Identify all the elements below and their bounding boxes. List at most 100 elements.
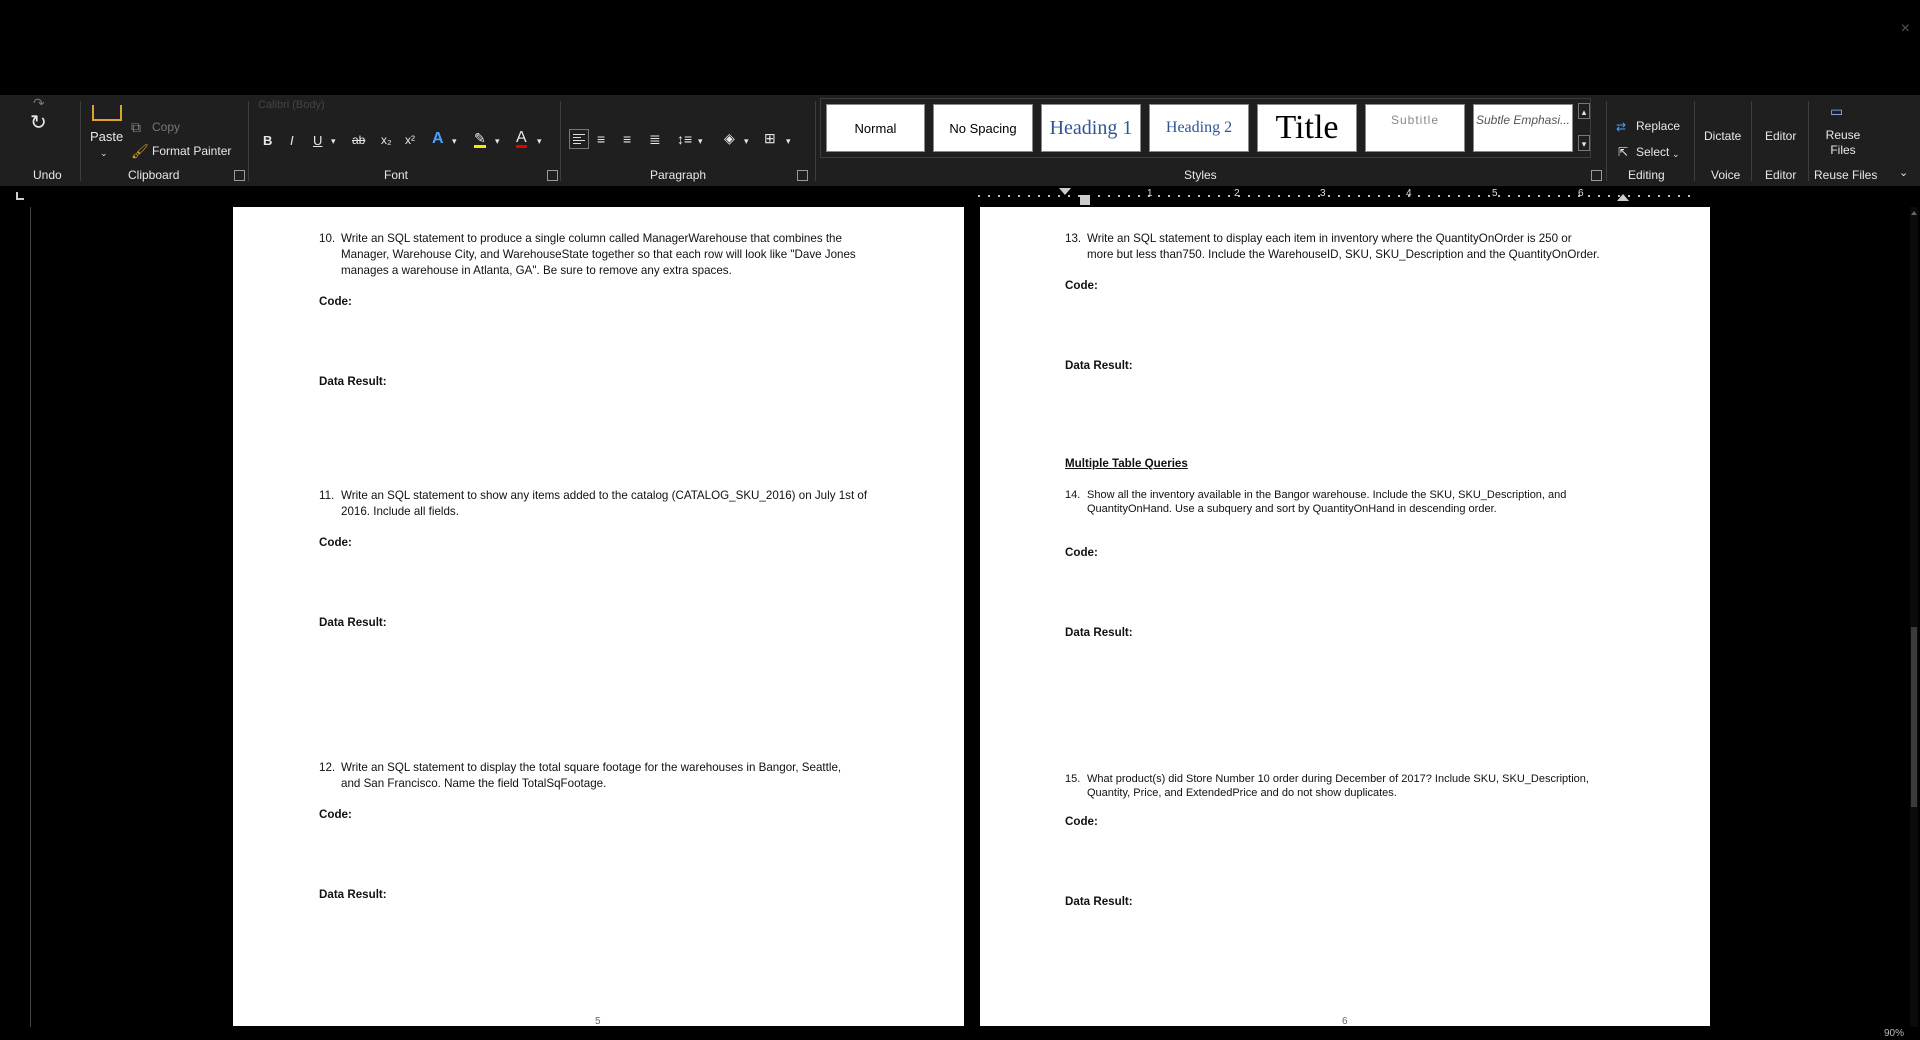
voice-group-label: Voice [1711,168,1741,182]
data-result-label: Data Result: [319,616,387,629]
chevron-down-icon[interactable]: ▾ [744,133,749,149]
divider [560,101,561,181]
styles-dialog-launcher[interactable] [1591,170,1602,181]
question-line: QuantityOnHand. Use a subquery and sort … [1087,503,1497,515]
ruler-mark: 1 [1147,188,1153,199]
data-result-label: Data Result: [319,888,387,901]
code-label: Code: [319,295,352,308]
reuse-files-button[interactable]: Reuse Files [1825,128,1861,158]
text-effects-icon[interactable]: A [432,131,444,147]
divider [1606,101,1607,181]
chevron-down-icon[interactable]: ▾ [698,133,703,149]
styles-more-icon[interactable]: ▾ [1578,135,1590,151]
undo-icon[interactable]: ↻ [30,113,47,133]
question-line: Show all the inventory available in the … [1087,489,1567,501]
question-line: Quantity, Price, and ExtendedPrice and d… [1087,787,1397,799]
question-number: 14. [1065,489,1081,501]
style-normal[interactable]: Normal [826,104,925,152]
justify-icon[interactable]: ≣ [649,131,661,147]
redo-icon[interactable]: ↷ [33,95,45,111]
font-dialog-launcher[interactable] [547,170,558,181]
editing-group-label: Editing [1628,168,1665,182]
collapse-ribbon-icon[interactable]: ⌄ [1899,165,1908,181]
clipboard-dialog-launcher[interactable] [234,170,245,181]
paste-button[interactable]: Paste [90,129,123,144]
zoom-level[interactable]: 90% [1884,1028,1904,1039]
horizontal-ruler[interactable]: 1 2 3 4 5 6 [0,186,1920,207]
chevron-down-icon[interactable]: ⌄ [100,145,108,161]
right-indent-marker[interactable] [1617,194,1629,201]
style-subtitle[interactable]: Subtitle [1365,104,1465,152]
underline-button[interactable]: U [313,133,322,148]
left-indent-marker[interactable] [1080,195,1090,205]
clipboard-group-label: Clipboard [128,168,180,182]
tab-selector-icon[interactable] [16,192,24,200]
superscript-button[interactable]: x² [405,133,415,147]
question-line: Write an SQL statement to produce a sing… [341,232,842,245]
line-spacing-icon[interactable]: ↕≡ [677,131,692,147]
style-heading-2-label: Heading 2 [1165,119,1233,136]
first-line-indent-marker[interactable] [1059,188,1071,195]
style-heading-1[interactable]: Heading 1 [1041,104,1141,152]
paragraph-dialog-launcher[interactable] [797,170,808,181]
chevron-down-icon[interactable]: ▾ [537,133,542,149]
question-text: What product(s) did Store Number 10 orde… [1087,772,1589,800]
style-title[interactable]: Title [1257,104,1357,152]
document-page-5[interactable]: 10. Write an SQL statement to produce a … [233,207,964,1026]
shading-icon[interactable]: ◈ [724,130,735,146]
replace-button[interactable]: Replace [1636,119,1680,133]
reuse-files-icon[interactable]: ▭ [1830,103,1843,119]
style-no-spacing[interactable]: No Spacing [933,104,1033,152]
question-line: Write an SQL statement to display the to… [341,761,842,774]
borders-icon[interactable]: ⊞ [764,130,776,146]
divider [1808,101,1809,181]
chevron-down-icon[interactable]: ▾ [495,133,500,149]
ruler-mark: 5 [1492,188,1498,199]
question-line: Write an SQL statement to show any items… [341,489,868,502]
format-painter-button[interactable]: Format Painter [152,144,231,158]
subscript-button[interactable]: x₂ [381,133,392,147]
section-heading: Multiple Table Queries [1065,457,1188,470]
font-group-label: Font [384,168,409,182]
chevron-down-icon[interactable]: ▾ [786,133,791,149]
strikethrough-button[interactable]: ab [352,133,365,147]
chevron-down-icon[interactable]: ▾ [452,133,457,149]
bold-button[interactable]: B [263,133,272,148]
vertical-scrollbar[interactable] [1910,207,1918,1027]
question-number: 11. [319,489,335,502]
style-heading-2[interactable]: Heading 2 [1149,104,1249,152]
document-page-6[interactable]: 13. Write an SQL statement to display ea… [980,207,1710,1026]
align-right-icon[interactable]: ≡ [623,131,631,147]
style-title-label: Title [1275,109,1339,146]
italic-button[interactable]: I [290,133,294,148]
ruler-mark: 3 [1320,188,1326,199]
align-center-icon[interactable]: ≡ [597,131,605,147]
scroll-up-arrow[interactable] [1911,211,1917,215]
select-icon[interactable]: ⇱ [1618,144,1628,160]
paste-icon[interactable] [92,105,122,121]
copy-icon[interactable]: ⧉ [131,119,141,135]
font-color-icon[interactable]: A [516,130,527,148]
styles-scroll-up-icon[interactable]: ▴ [1578,103,1590,119]
dictate-button[interactable]: Dictate [1704,129,1741,143]
align-left-icon[interactable] [569,129,589,149]
page-number: 6 [1342,1016,1348,1026]
chevron-down-icon[interactable]: ▾ [331,133,336,149]
close-window-button[interactable]: × [1901,20,1910,38]
question-line: more but less than750. Include the Wareh… [1087,248,1600,261]
highlight-icon[interactable]: ✎ [474,131,486,148]
divider [1694,101,1695,181]
copy-button[interactable]: Copy [152,120,180,134]
editor-button[interactable]: Editor [1765,129,1796,143]
replace-icon[interactable]: ⇄ [1616,119,1626,135]
question-number: 10. [319,232,336,245]
font-name-box[interactable]: Calibri (Body) [258,99,325,111]
format-painter-icon[interactable]: 🖌 [131,143,149,159]
question-text: Write an SQL statement to display the to… [341,760,841,792]
paragraph-group-label: Paragraph [650,168,707,182]
chevron-down-icon[interactable]: ⌄ [1672,146,1680,162]
code-label: Code: [319,808,352,821]
style-subtle-emphasis[interactable]: Subtle Emphasi... [1473,104,1573,152]
select-button[interactable]: Select [1636,145,1669,159]
scroll-thumb[interactable] [1911,627,1917,807]
